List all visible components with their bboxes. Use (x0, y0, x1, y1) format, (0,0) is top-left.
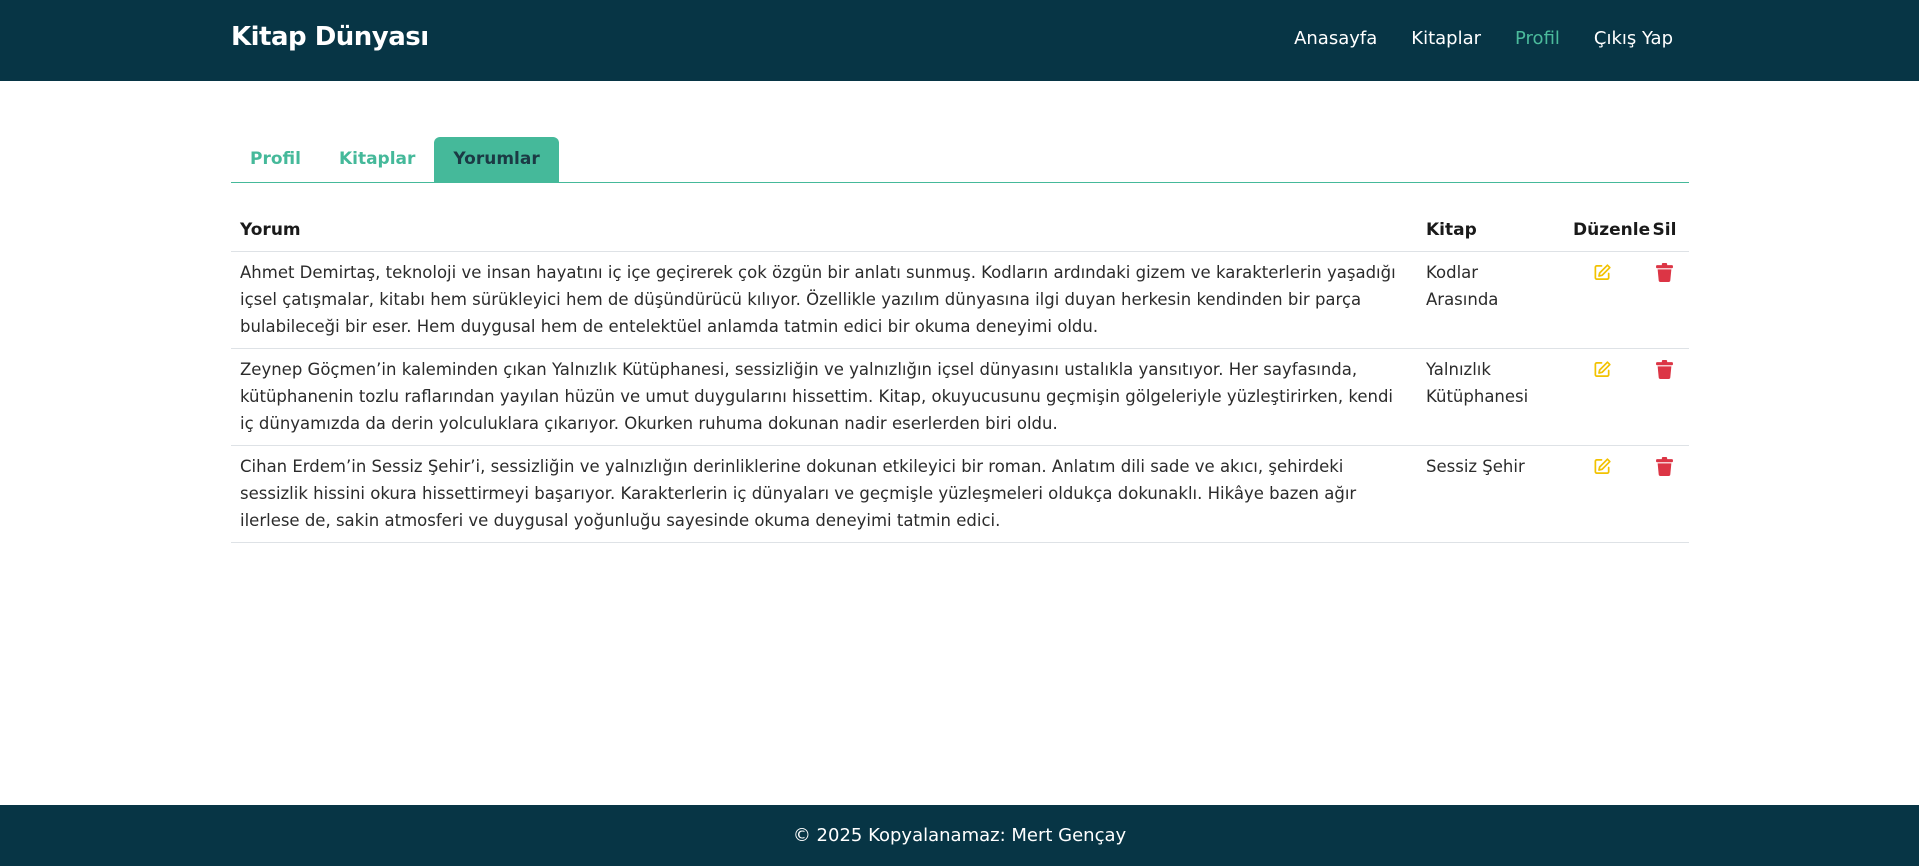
edit-icon[interactable] (1593, 259, 1612, 290)
nav-link-logout[interactable]: Çıkış Yap (1594, 28, 1673, 49)
nav-link-books[interactable]: Kitaplar (1411, 28, 1481, 49)
edit-cell (1564, 251, 1640, 349)
table-row: Cihan Erdem’in Sessiz Şehir’i, sessizliğ… (231, 445, 1689, 543)
edit-icon[interactable] (1593, 453, 1612, 484)
table-header-row: Yorum Kitap Düzenle Sil (231, 210, 1689, 252)
header-comment: Yorum (231, 210, 1417, 252)
book-title: Kodlar Arasında (1417, 251, 1564, 349)
profile-tabs: Profil Kitaplar Yorumlar (231, 135, 1689, 183)
trash-icon[interactable] (1656, 356, 1673, 387)
header-book: Kitap (1417, 210, 1564, 252)
delete-cell (1640, 445, 1689, 543)
edit-cell (1564, 445, 1640, 543)
book-title: Yalnızlık Kütüphanesi (1417, 348, 1564, 446)
tab-comments[interactable]: Yorumlar (434, 137, 559, 182)
trash-icon[interactable] (1656, 259, 1673, 290)
edit-icon[interactable] (1593, 356, 1612, 387)
navbar: Kitap Dünyası Anasayfa Kitaplar Profil Ç… (0, 0, 1919, 81)
comment-text: Zeynep Göçmen’in kaleminden çıkan Yalnız… (231, 348, 1417, 446)
delete-cell (1640, 251, 1689, 349)
comments-table-container: Yorum Kitap Düzenle Sil Ahmet Demirtaş, … (231, 210, 1689, 543)
comment-text: Ahmet Demirtaş, teknoloji ve insan hayat… (231, 251, 1417, 349)
header-edit: Düzenle (1564, 210, 1650, 252)
tab-books[interactable]: Kitaplar (320, 137, 434, 182)
nav-link-home[interactable]: Anasayfa (1294, 28, 1377, 49)
footer: © 2025 Kopyalanamaz: Mert Gençay (0, 805, 1919, 866)
comment-text: Cihan Erdem’in Sessiz Şehir’i, sessizliğ… (231, 445, 1417, 543)
table-row: Ahmet Demirtaş, teknoloji ve insan hayat… (231, 251, 1689, 349)
delete-cell (1640, 348, 1689, 446)
tab-profile[interactable]: Profil (231, 137, 320, 182)
edit-cell (1564, 348, 1640, 446)
book-title: Sessiz Şehir (1417, 445, 1564, 543)
nav-link-profile[interactable]: Profil (1515, 28, 1560, 49)
comments-table: Yorum Kitap Düzenle Sil Ahmet Demirtaş, … (231, 210, 1689, 543)
table-row: Zeynep Göçmen’in kaleminden çıkan Yalnız… (231, 348, 1689, 446)
nav-links: Anasayfa Kitaplar Profil Çıkış Yap (1294, 28, 1673, 49)
brand-logo[interactable]: Kitap Dünyası (231, 22, 429, 52)
footer-copyright: © 2025 Kopyalanamaz: Mert Gençay (792, 825, 1127, 846)
trash-icon[interactable] (1656, 453, 1673, 484)
